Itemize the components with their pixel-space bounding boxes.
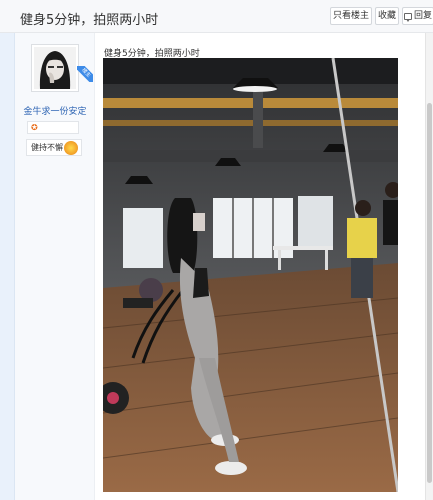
level-badge: ✪ [27,121,79,134]
avatar-frame[interactable] [31,44,79,92]
only-author-button[interactable]: 只看楼主 [330,7,372,25]
left-accent-bar [0,33,15,500]
thread-title: 健身5分钟，拍照两小时 [20,13,159,28]
reply-button-label: 回复 [413,11,432,21]
post-image[interactable] [103,58,398,492]
level-icon: ✪ [31,123,38,132]
rank-badge: 健持不懈 [26,139,82,156]
reply-button[interactable]: 回复 [402,7,433,25]
favorite-button[interactable]: 收藏 [375,7,399,25]
thread-starter-badge-label: 楼主 [77,66,93,82]
user-panel: 楼主 金牛求一份安定 ✪ 健持不懈 [15,33,95,500]
avatar[interactable] [34,47,76,89]
username-link[interactable]: 金牛求一份安定 [15,104,95,117]
rank-medal-icon [64,141,78,155]
thread-header: 健身5分钟，拍照两小时 只看楼主 收藏 回复 [0,0,433,33]
rank-label: 健持不懈 [31,143,63,152]
page-scrollbar[interactable] [425,33,433,500]
thread-starter-badge: 楼主 [77,66,93,82]
scrollbar-thumb[interactable] [427,103,432,483]
reply-icon [403,12,412,22]
